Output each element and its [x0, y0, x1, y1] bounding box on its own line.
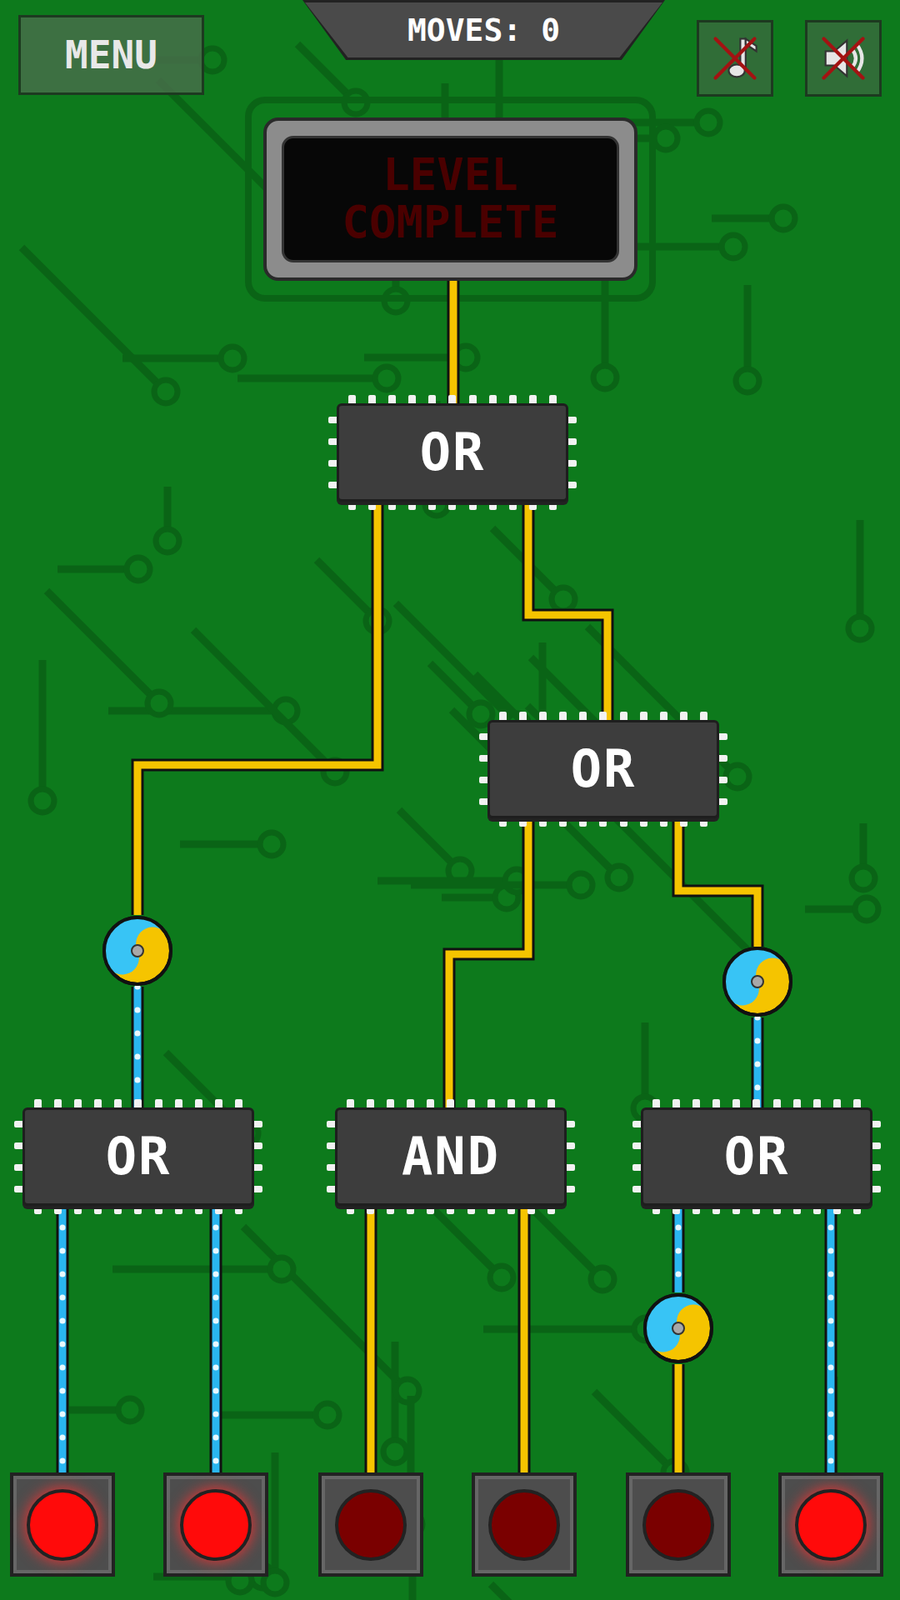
- level-display: LEVEL COMPLETE: [263, 117, 638, 281]
- inverter-knob-icon[interactable]: [100, 913, 175, 989]
- wire-powered: [215, 1204, 217, 1473]
- music-toggle-button[interactable]: [696, 20, 774, 97]
- logic-gate: OR: [22, 1107, 255, 1206]
- wire-unpowered: [449, 818, 529, 1108]
- wire-powered: [137, 986, 139, 1108]
- input-switch[interactable]: [163, 1472, 269, 1577]
- logic-gate: OR: [640, 1107, 873, 1206]
- wire-powered: [678, 1204, 680, 1293]
- sound-toggle-button[interactable]: [805, 20, 882, 97]
- wire-unpowered: [453, 280, 455, 404]
- input-switch[interactable]: [471, 1472, 577, 1577]
- wire-unpowered: [524, 1204, 525, 1473]
- wire-powered: [757, 1017, 759, 1108]
- top-bar: MENU MOVES: 0: [0, 0, 900, 97]
- logic-gate: OR: [487, 720, 720, 819]
- toggle-buttons: [696, 20, 882, 97]
- menu-button[interactable]: MENU: [18, 15, 205, 95]
- inverter-knob-icon[interactable]: [640, 1290, 716, 1366]
- music-note-icon: [708, 31, 762, 85]
- wire-unpowered: [528, 501, 608, 720]
- game-screen: MENU MOVES: 0 LEVEL COMPLETE OR OR OR AND OR: [0, 0, 900, 1600]
- gate-label: OR: [420, 426, 486, 479]
- logic-gate: OR: [336, 403, 569, 502]
- input-switch[interactable]: [625, 1472, 731, 1577]
- logic-gate: AND: [335, 1107, 567, 1206]
- wire-unpowered: [678, 818, 758, 947]
- switch-light-on: [26, 1489, 99, 1561]
- switch-light-off: [335, 1489, 407, 1561]
- wire-unpowered: [370, 1204, 372, 1473]
- gate-label: OR: [724, 1130, 790, 1183]
- switch-light-off: [488, 1489, 560, 1561]
- input-switch[interactable]: [778, 1472, 884, 1577]
- inverter-knob-icon[interactable]: [720, 944, 795, 1020]
- wire-powered: [62, 1204, 64, 1473]
- input-switch[interactable]: [318, 1472, 424, 1577]
- input-switch[interactable]: [10, 1472, 115, 1577]
- gate-label: OR: [570, 743, 637, 795]
- switch-light-off: [642, 1489, 715, 1561]
- gate-label: AND: [401, 1130, 500, 1183]
- gate-label: OR: [105, 1130, 172, 1183]
- wire-unpowered: [678, 1364, 680, 1473]
- switch-light-on: [180, 1489, 252, 1561]
- display-text: LEVEL COMPLETE: [297, 151, 604, 246]
- switch-light-on: [795, 1489, 867, 1561]
- speaker-icon: [816, 31, 870, 85]
- wire-powered: [830, 1204, 832, 1473]
- wire-unpowered: [137, 501, 378, 915]
- moves-counter: MOVES: 0: [302, 0, 665, 60]
